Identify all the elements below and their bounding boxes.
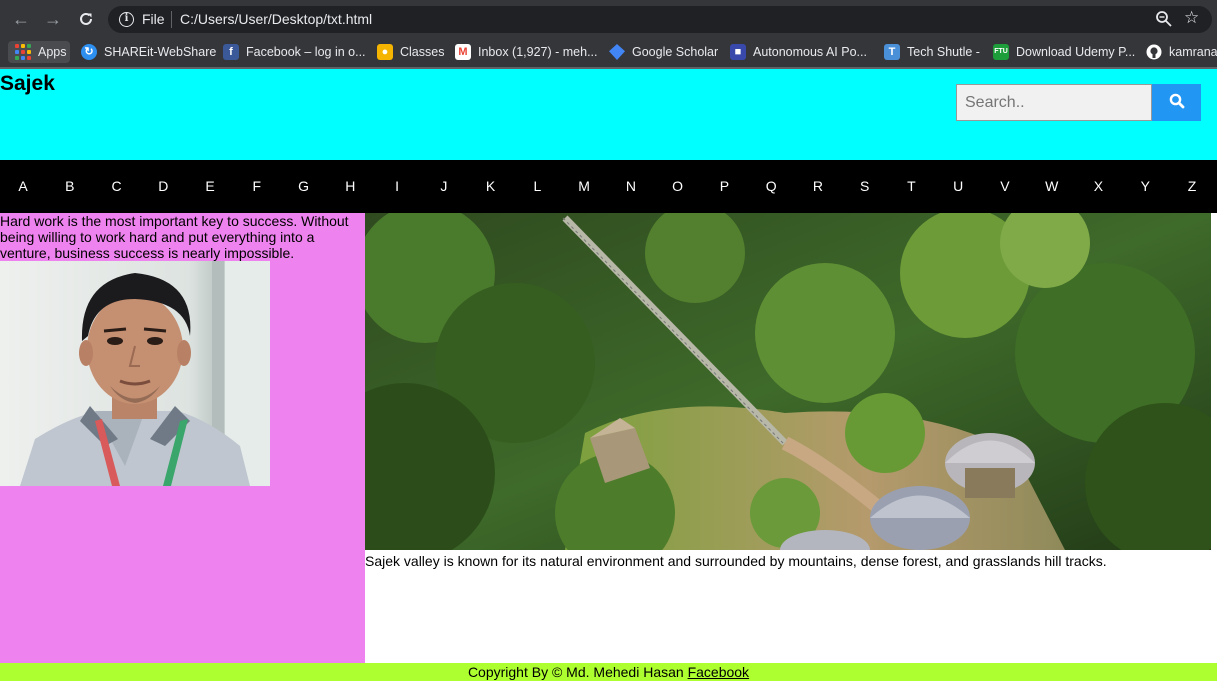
nav-letter-h[interactable]: H	[345, 178, 355, 194]
sidebar: Hard work is the most important key to s…	[0, 213, 365, 663]
info-icon[interactable]: i	[119, 12, 134, 27]
nav-letter-b[interactable]: B	[65, 178, 74, 194]
nav-letter-r[interactable]: R	[813, 178, 823, 194]
copyright-text: Copyright By © Md. Mehedi Hasan	[467, 664, 684, 680]
nav-letter-e[interactable]: E	[205, 178, 214, 194]
bookmark-label: Inbox (1,927) - meh...	[478, 45, 598, 59]
zoom-icon[interactable]	[1155, 10, 1173, 28]
bookmark-label: Facebook – log in o...	[246, 45, 366, 59]
site-title: Sajek	[0, 72, 55, 95]
search-input[interactable]	[956, 84, 1152, 121]
star-icon[interactable]: ☆	[1184, 8, 1199, 28]
bookmark-label: Google Scholar	[632, 45, 719, 59]
ftu-icon: FTU	[993, 44, 1009, 60]
scholar-icon	[609, 44, 625, 60]
facebook-icon: f	[223, 44, 239, 60]
address-bar[interactable]: i File C:/Users/User/Desktop/txt.html ☆	[108, 6, 1212, 33]
autonomous-icon: ■	[730, 44, 746, 60]
reload-icon[interactable]	[75, 8, 97, 30]
nav-letter-u[interactable]: U	[953, 178, 963, 194]
bookmark-label: Tech Shutle -	[907, 45, 980, 59]
bookmarks-bar: Apps ↻ SHAREit-WebShare f Facebook – log…	[0, 37, 1217, 67]
nav-letter-n[interactable]: N	[626, 178, 636, 194]
bookmark-apps[interactable]: Apps	[8, 41, 70, 63]
facebook-link[interactable]: Facebook	[688, 664, 749, 680]
nav-letter-w[interactable]: W	[1045, 178, 1058, 194]
nav-letter-o[interactable]: O	[672, 178, 683, 194]
scheme-label: File	[142, 11, 165, 27]
apps-grid-icon	[15, 44, 31, 60]
site-footer: Copyright By © Md. Mehedi Hasan Facebook	[0, 663, 1217, 681]
shareit-icon: ↻	[81, 44, 97, 60]
techshutle-icon: T	[884, 44, 900, 60]
gmail-icon: M	[455, 44, 471, 60]
nav-letter-v[interactable]: V	[1000, 178, 1009, 194]
forward-icon[interactable]: →	[42, 8, 64, 30]
nav-letter-s[interactable]: S	[860, 178, 869, 194]
bookmark-label: kamrana	[1169, 45, 1217, 59]
nav-letter-j[interactable]: J	[440, 178, 447, 194]
site-header: Sajek	[0, 69, 1217, 160]
nav-letter-a[interactable]: A	[18, 178, 27, 194]
nav-letter-p[interactable]: P	[720, 178, 729, 194]
nav-letter-y[interactable]: Y	[1141, 178, 1150, 194]
nav-letter-t[interactable]: T	[907, 178, 916, 194]
nav-letter-l[interactable]: L	[533, 178, 541, 194]
search-icon	[1169, 93, 1184, 109]
nav-letter-q[interactable]: Q	[766, 178, 777, 194]
nav-letter-d[interactable]: D	[158, 178, 168, 194]
github-icon	[1146, 44, 1162, 60]
nav-letter-g[interactable]: G	[298, 178, 309, 194]
alphabet-nav: A B C D E F G H I J K L M N O P Q R S T U V W X Y Z	[0, 160, 1217, 213]
bookmark-label: Autonomous AI Po...	[753, 45, 867, 59]
browser-toolbar: ← → i File C:/Users/User/Desktop/txt.htm…	[0, 0, 1217, 37]
url-text[interactable]: C:/Users/User/Desktop/txt.html	[180, 11, 372, 27]
omnibox-divider	[171, 11, 172, 28]
profile-photo	[0, 261, 270, 486]
nav-letter-f[interactable]: F	[253, 178, 262, 194]
photo-caption: Sajek valley is known for its natural en…	[365, 553, 1107, 569]
nav-letter-k[interactable]: K	[486, 178, 495, 194]
classroom-icon: ●	[377, 44, 393, 60]
web-page: Sajek A B C D E F G H I J K L M N O P Q R S T U V W X Y Z Hard wo…	[0, 69, 1217, 681]
nav-letter-m[interactable]: M	[578, 178, 590, 194]
nav-letter-c[interactable]: C	[111, 178, 121, 194]
nav-letter-i[interactable]: I	[395, 178, 399, 194]
bookmark-label: Classes	[400, 45, 445, 59]
search-button[interactable]	[1152, 84, 1201, 121]
nav-letter-z[interactable]: Z	[1188, 178, 1197, 194]
quote-text: Hard work is the most important key to s…	[0, 213, 349, 261]
sajek-valley-photo	[365, 213, 1211, 550]
bookmark-label: Apps	[38, 45, 67, 59]
nav-letter-x[interactable]: X	[1094, 178, 1103, 194]
bookmark-label: Download Udemy P...	[1016, 45, 1136, 59]
bookmark-label: SHAREit-WebShare	[104, 45, 217, 59]
search-form	[956, 84, 1201, 121]
back-icon[interactable]: ←	[10, 8, 32, 30]
